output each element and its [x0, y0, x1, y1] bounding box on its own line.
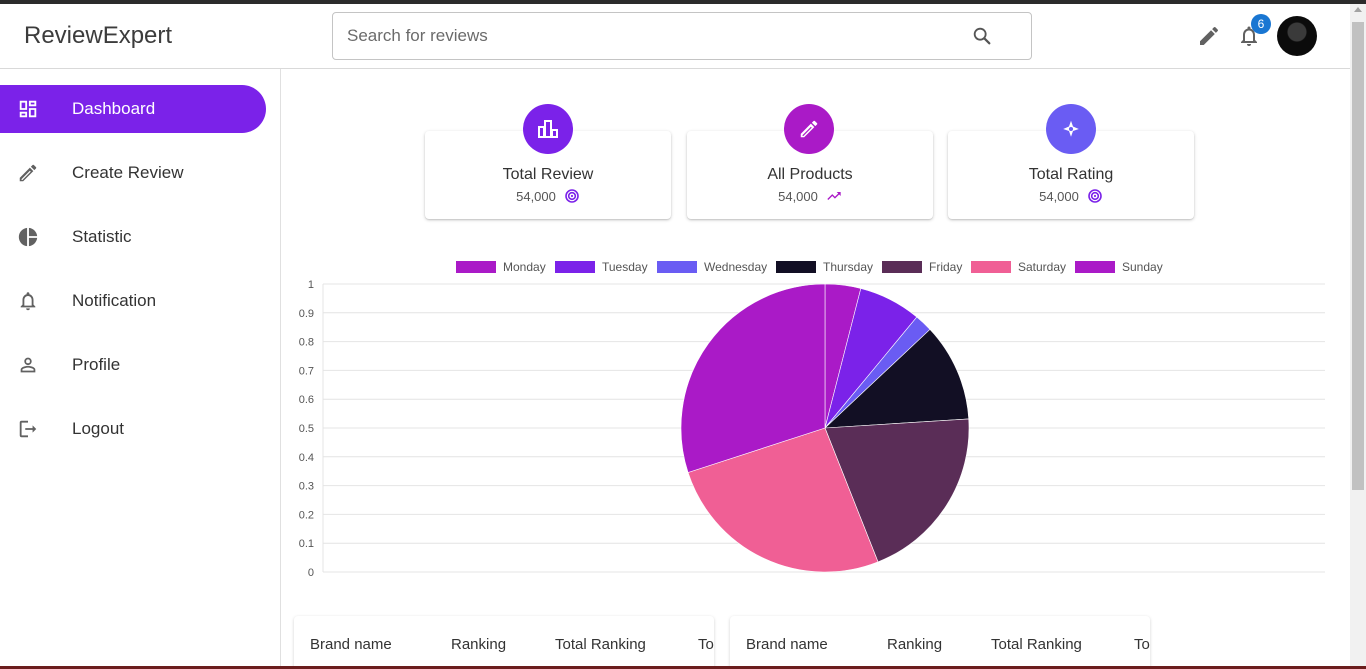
card-value-row: 54,000 [425, 188, 671, 204]
table-header-total-ranking[interactable]: Total Ranking [991, 636, 1082, 653]
sidebar-item-label: Notification [72, 291, 157, 310]
brand-logo[interactable]: ReviewExpert [24, 22, 172, 50]
y-tick-label: 0.8 [299, 337, 314, 349]
search-icon[interactable] [971, 25, 993, 47]
sidebar-item-profile[interactable]: Profile [0, 341, 266, 389]
brand-ranking-table-1: Brand name Ranking Total Ranking To [294, 616, 714, 669]
table-header-ranking[interactable]: Ranking [887, 636, 942, 653]
card-value: 54,000 [516, 188, 556, 204]
logout-icon [19, 420, 37, 438]
y-tick-label: 0.1 [299, 538, 314, 550]
sidebar-item-label: Profile [72, 355, 121, 374]
y-tick-label: 0.5 [299, 423, 314, 435]
legend-label: Monday [503, 260, 546, 274]
sidebar-item-label: Dashboard [72, 99, 156, 118]
legend-label: Saturday [1018, 260, 1066, 274]
card-icon-badge [784, 104, 834, 154]
brand-ranking-table-2: Brand name Ranking Total Ranking To [730, 616, 1150, 669]
table-header-ranking[interactable]: Ranking [451, 636, 506, 653]
sidebar-item-label: Logout [72, 419, 124, 438]
search-bar[interactable] [332, 12, 1032, 60]
pie [680, 283, 970, 573]
scroll-up-arrow-icon[interactable] [1354, 7, 1362, 12]
y-tick-label: 0.9 [299, 308, 314, 320]
table-header-truncated[interactable]: To [1134, 636, 1150, 653]
pencil-icon [800, 120, 818, 138]
legend-label: Wednesday [704, 260, 767, 274]
notification-badge: 6 [1251, 14, 1271, 34]
y-tick-label: 1 [308, 279, 314, 291]
sidebar-item-dashboard[interactable]: Dashboard [0, 85, 266, 133]
sidebar-item-create-review[interactable]: Create Review [0, 149, 266, 197]
edit-icon[interactable] [1197, 24, 1221, 48]
y-tick-label: 0.2 [299, 509, 314, 521]
table-header-brand[interactable]: Brand name [746, 636, 828, 653]
dashboard-icon [19, 100, 37, 118]
star-sparkle-icon [1063, 120, 1079, 137]
legend-swatch [1075, 261, 1115, 273]
sidebar-item-statistic[interactable]: Statistic [0, 213, 266, 261]
trending-up-icon [827, 192, 841, 200]
sidebar-item-label: Statistic [72, 227, 132, 246]
table-header-truncated[interactable]: To [698, 636, 714, 653]
legend-swatch [555, 261, 595, 273]
card-icon-badge [1046, 104, 1096, 154]
card-value-row: 54,000 [948, 188, 1194, 204]
legend-label: Sunday [1122, 260, 1163, 274]
scrollbar[interactable] [1350, 4, 1366, 669]
legend-label: Friday [929, 260, 962, 274]
app-header: ReviewExpert 6 [0, 4, 1350, 69]
scrollbar-thumb[interactable] [1352, 22, 1364, 490]
legend-swatch [971, 261, 1011, 273]
card-icon-badge [523, 104, 573, 154]
legend-swatch [776, 261, 816, 273]
card-value: 54,000 [1039, 188, 1079, 204]
legend-swatch [882, 261, 922, 273]
card-title: Total Review [502, 166, 594, 183]
bell-icon [20, 292, 36, 311]
pencil-icon [19, 164, 37, 182]
pie-chart-icon [18, 227, 38, 247]
chart-legend: Monday Tuesday Wednesday Thursday Friday Satu… [456, 260, 1163, 274]
legend-swatch [456, 261, 496, 273]
y-tick-label: 0 [308, 567, 314, 579]
legend-label: Tuesday [602, 260, 648, 274]
avatar[interactable] [1277, 16, 1317, 56]
card-title: Total Rating [1028, 166, 1114, 183]
card-value: 54,000 [778, 188, 818, 204]
sidebar-item-logout[interactable]: Logout [0, 405, 266, 453]
y-tick-label: 0.4 [299, 452, 314, 464]
table-header-total-ranking[interactable]: Total Ranking [555, 636, 646, 653]
y-tick-label: 0.6 [299, 394, 314, 406]
person-icon [20, 357, 36, 373]
table-header-brand[interactable]: Brand name [310, 636, 392, 653]
daily-pie-chart: Monday Tuesday Wednesday Thursday Friday Satu… [299, 260, 1325, 579]
card-title: All Products [767, 166, 853, 183]
legend-label: Thursday [823, 260, 873, 274]
y-tick-label: 0.7 [299, 365, 314, 377]
y-tick-label: 0.3 [299, 481, 314, 493]
sidebar-item-label: Create Review [72, 163, 184, 182]
sidebar-item-notification[interactable]: Notification [0, 277, 266, 325]
search-input[interactable] [347, 26, 971, 46]
spiral-icon [1088, 189, 1102, 203]
spiral-icon [565, 189, 579, 203]
legend-swatch [657, 261, 697, 273]
sidebar: Dashboard Create Review Statistic Notifi… [0, 69, 281, 669]
bar-chart-icon [538, 120, 558, 138]
card-value-row: 54,000 [687, 188, 933, 204]
